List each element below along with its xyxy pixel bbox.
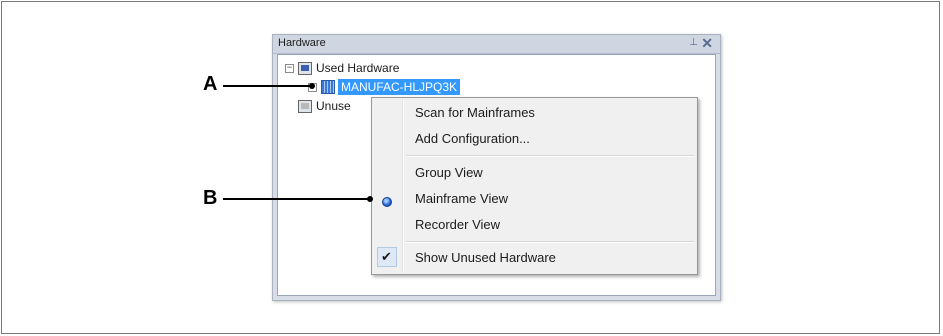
tree-node-label: Unuse (316, 99, 351, 113)
callout-line-b (223, 198, 370, 200)
menu-item-add-configuration[interactable]: Add Configuration... (415, 131, 530, 146)
tree-node-label: MANUFAC-HLJPQ3K (338, 79, 461, 95)
menu-separator (406, 155, 694, 157)
menu-item-show-unused-hardware[interactable]: Show Unused Hardware (415, 250, 556, 265)
hardware-icon (298, 61, 312, 75)
pin-icon[interactable]: ⊥ (689, 37, 698, 49)
tree-node-unused-hardware[interactable]: Unuse (298, 99, 351, 113)
panel-title: Hardware (278, 37, 326, 49)
menu-item-recorder-view[interactable]: Recorder View (415, 217, 500, 232)
menu-item-mainframe-view[interactable]: Mainframe View (415, 191, 508, 206)
panel-title-bar: Hardware ⊥ ✕ (273, 35, 720, 54)
tree-node-label: Used Hardware (316, 61, 400, 75)
close-icon[interactable]: ✕ (701, 35, 713, 51)
mainframe-icon (321, 80, 335, 94)
menu-item-group-view[interactable]: Group View (415, 165, 483, 180)
callout-dot-a (309, 83, 315, 89)
callout-dot-b (367, 196, 373, 202)
checkmark-box: ✔ (377, 247, 397, 267)
menu-separator (406, 241, 694, 243)
callout-label-a: A (203, 73, 218, 95)
unused-hardware-icon (298, 99, 312, 113)
radio-selected-icon (382, 197, 392, 207)
checkmark-icon: ✔ (381, 249, 392, 264)
tree-node-mainframe[interactable]: + MANUFAC-HLJPQ3K (308, 79, 461, 95)
tree-node-used-hardware[interactable]: − Used Hardware (285, 61, 399, 75)
callout-label-b: B (203, 187, 218, 209)
menu-item-scan-for-mainframes[interactable]: Scan for Mainframes (415, 105, 535, 120)
context-menu: Scan for Mainframes Add Configuration...… (371, 97, 698, 275)
callout-line-a (223, 85, 311, 87)
menu-gutter (402, 100, 404, 272)
collapse-icon[interactable]: − (285, 62, 294, 73)
